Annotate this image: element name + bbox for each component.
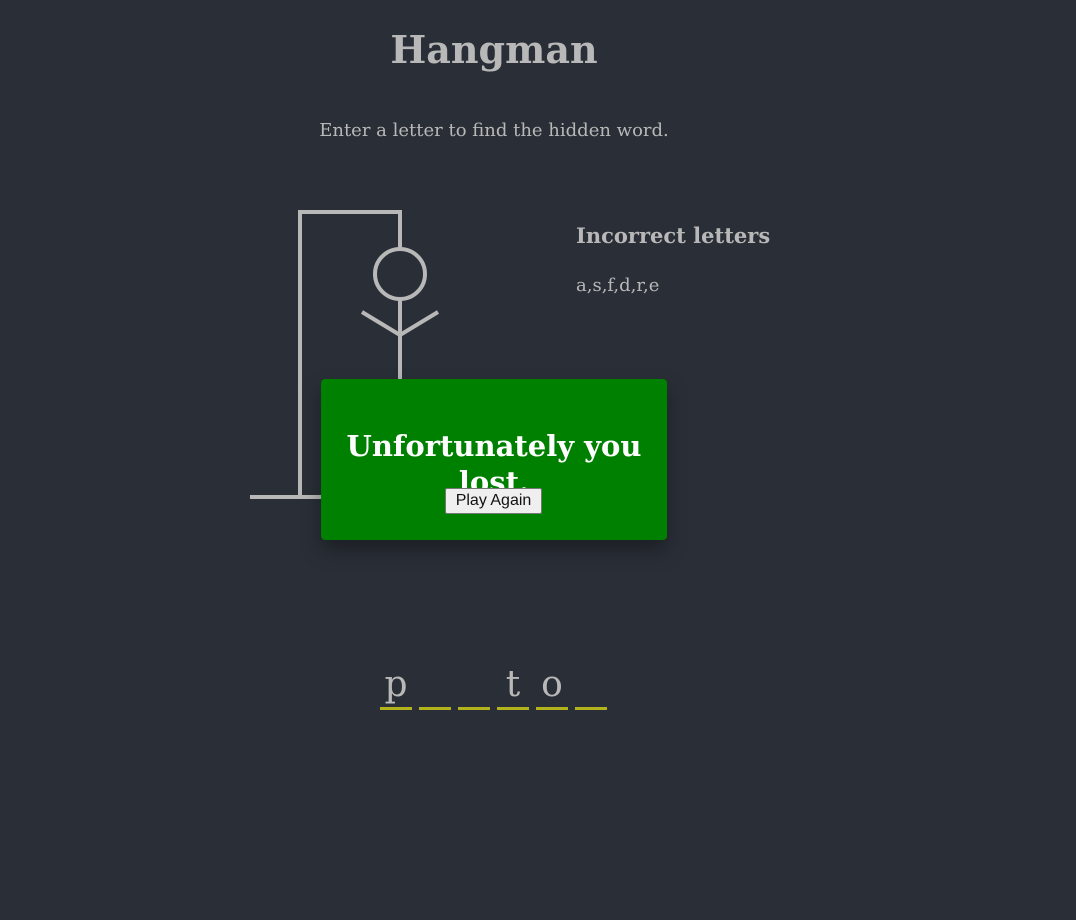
word-letter: p [380, 662, 412, 710]
word-letter [419, 662, 451, 710]
hidden-word: p t o [380, 662, 607, 710]
hangman-head [373, 247, 427, 301]
game-title: Hangman [390, 27, 598, 72]
word-letter [575, 662, 607, 710]
hangman-left-arm [360, 310, 402, 337]
play-again-button[interactable]: Play Again [445, 488, 542, 514]
instructions-text: Enter a letter to find the hidden word. [319, 120, 669, 141]
incorrect-letters-list: a,s,f,d,r,e [576, 275, 660, 296]
game-over-popup: Unfortunately you lost. Play Again [321, 379, 667, 540]
hangman-right-arm [398, 310, 440, 337]
incorrect-letters-heading: Incorrect letters [576, 223, 771, 248]
word-letter: o [536, 662, 568, 710]
word-letter [458, 662, 490, 710]
word-letter: t [497, 662, 529, 710]
